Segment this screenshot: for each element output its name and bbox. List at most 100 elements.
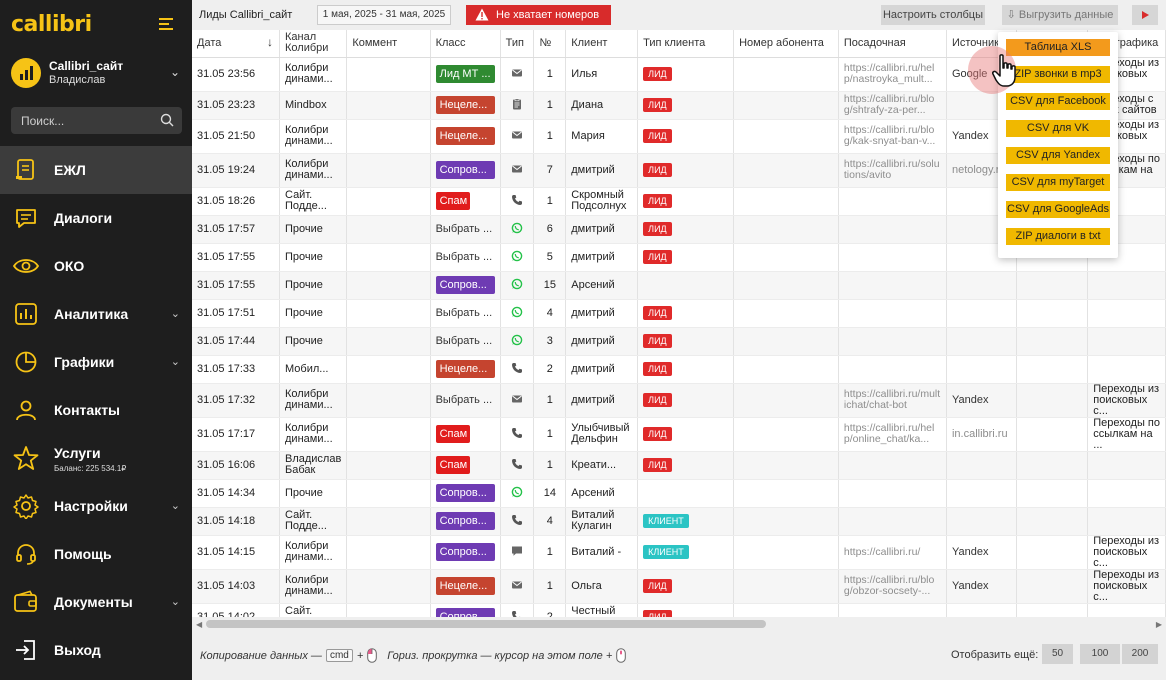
alert-banner[interactable]: Не хватает номеров bbox=[466, 5, 611, 25]
class-select[interactable]: Выбрать ... bbox=[436, 307, 493, 319]
cell-landing[interactable] bbox=[838, 299, 947, 328]
cell-client[interactable]: Виталий Кулагин bbox=[565, 507, 639, 536]
cell-client[interactable]: Илья bbox=[565, 57, 639, 92]
class-select[interactable]: Выбрать ... bbox=[436, 394, 493, 406]
column-header[interactable]: Дата ↓ bbox=[192, 30, 280, 58]
cell-landing[interactable]: https://callibri.ru/help/nastroyka_mult.… bbox=[838, 57, 947, 92]
cell-comment[interactable] bbox=[346, 299, 431, 328]
cell-landing[interactable] bbox=[838, 243, 947, 272]
cell-client[interactable]: Креати... bbox=[565, 451, 639, 480]
cell-client[interactable]: Ольга bbox=[565, 569, 639, 604]
cell-landing[interactable]: https://callibri.ru/blog/shtrafy-za-per.… bbox=[838, 91, 947, 120]
class-badge[interactable]: Сопров... bbox=[435, 161, 495, 179]
column-header[interactable]: Канал Колибри bbox=[279, 30, 348, 58]
export-button[interactable]: ⇩ Выгрузить данные bbox=[1002, 5, 1118, 25]
scrollbar-thumb[interactable] bbox=[206, 620, 766, 628]
column-header[interactable]: Посадочная bbox=[838, 30, 947, 58]
column-header[interactable]: Класс bbox=[430, 30, 501, 58]
sidebar-item-10[interactable]: Выход bbox=[0, 626, 192, 674]
cell-client[interactable]: дмитрий bbox=[565, 355, 639, 384]
cell-landing[interactable]: https://callibri.ru/ bbox=[838, 535, 947, 570]
class-badge[interactable]: Лид МТ ... bbox=[435, 65, 495, 83]
sidebar-item-3[interactable]: Аналитика ⌄ bbox=[0, 290, 192, 338]
class-badge[interactable]: Спам bbox=[435, 192, 470, 210]
cell-comment[interactable] bbox=[346, 119, 431, 154]
table-row[interactable]: 31.05 14:15 Колибри динами... Сопров... 1 Ви… bbox=[192, 535, 1166, 570]
cell-comment[interactable] bbox=[346, 479, 431, 508]
menu-toggle-icon[interactable] bbox=[159, 18, 173, 30]
export-csv-yandex[interactable]: CSV для Yandex bbox=[1006, 147, 1110, 164]
cell-comment[interactable] bbox=[346, 569, 431, 604]
cell-client[interactable]: Арсений bbox=[565, 271, 639, 300]
horizontal-scrollbar[interactable]: ◀ ▶ bbox=[192, 617, 1166, 631]
table-row[interactable]: 31.05 14:02Сайт. Подде... Сопров... 2Честн… bbox=[192, 603, 1166, 617]
cell-landing[interactable] bbox=[838, 271, 947, 300]
cell-client[interactable]: Скромный Подсолнух bbox=[565, 187, 639, 216]
search-icon[interactable] bbox=[160, 113, 174, 127]
sidebar-item-2[interactable]: ОКО bbox=[0, 242, 192, 290]
scroll-left-icon[interactable]: ◀ bbox=[196, 620, 202, 629]
search-input[interactable] bbox=[21, 113, 151, 128]
cell-client[interactable]: Честный Подсолнух bbox=[565, 603, 639, 617]
page-size-100[interactable]: 100 bbox=[1080, 644, 1120, 664]
cell-comment[interactable] bbox=[346, 417, 431, 452]
export-csv-googleads[interactable]: CSV для GoogleAds bbox=[1006, 201, 1110, 218]
cell-landing[interactable]: https://callibri.ru/solutions/avito bbox=[838, 153, 947, 188]
cell-landing[interactable] bbox=[838, 355, 947, 384]
cell-comment[interactable] bbox=[346, 243, 431, 272]
export-csv-facebook[interactable]: CSV для Facebook bbox=[1006, 93, 1110, 110]
cell-landing[interactable] bbox=[838, 507, 947, 536]
cell-client[interactable]: Улыбчивый Дельфин bbox=[565, 417, 639, 452]
column-header[interactable]: Номер абонента bbox=[733, 30, 839, 58]
cell-comment[interactable] bbox=[346, 57, 431, 92]
cell-comment[interactable] bbox=[346, 153, 431, 188]
cell-landing[interactable] bbox=[838, 451, 947, 480]
export-zip-dialogs[interactable]: ZIP диалоги в txt bbox=[1006, 228, 1110, 245]
cell-comment[interactable] bbox=[346, 271, 431, 300]
cell-landing[interactable] bbox=[838, 327, 947, 356]
page-size-200[interactable]: 200 bbox=[1122, 644, 1158, 664]
cell-landing[interactable] bbox=[838, 603, 947, 617]
cell-comment[interactable] bbox=[346, 451, 431, 480]
table-row[interactable]: 31.05 14:34 Прочие Сопров... 14 Арсений bbox=[192, 479, 1166, 508]
cell-client[interactable]: дмитрий bbox=[565, 215, 639, 244]
cell-comment[interactable] bbox=[346, 603, 431, 617]
sidebar-item-8[interactable]: Помощь bbox=[0, 530, 192, 578]
table-row[interactable]: 31.05 14:03 Колибри динами... Нецеле... 1 Ол… bbox=[192, 569, 1166, 604]
cell-comment[interactable] bbox=[346, 91, 431, 120]
cell-client[interactable]: дмитрий bbox=[565, 153, 639, 188]
cell-client[interactable]: дмитрий bbox=[565, 383, 639, 418]
sidebar-item-4[interactable]: Графики ⌄ bbox=[0, 338, 192, 386]
class-badge[interactable]: Сопров... bbox=[435, 276, 495, 294]
cell-client[interactable]: дмитрий bbox=[565, 299, 639, 328]
cell-landing[interactable] bbox=[838, 187, 947, 216]
cell-landing[interactable]: https://callibri.ru/multichat/chat-bot bbox=[838, 383, 947, 418]
cell-landing[interactable]: https://callibri.ru/blog/kak-snyat-ban-v… bbox=[838, 119, 947, 154]
video-help-button[interactable] bbox=[1132, 5, 1158, 25]
sort-desc-icon[interactable]: ↓ bbox=[267, 36, 273, 48]
cell-landing[interactable] bbox=[838, 479, 947, 508]
class-select[interactable]: Выбрать ... bbox=[436, 223, 493, 235]
column-header[interactable]: Коммент bbox=[346, 30, 431, 58]
class-badge[interactable]: Сопров... bbox=[435, 484, 495, 502]
export-csv-mytarget[interactable]: CSV для myTarget bbox=[1006, 174, 1110, 191]
cell-landing[interactable] bbox=[838, 215, 947, 244]
table-row[interactable]: 31.05 17:51 Прочие Выбрать ... 4 дмитрий ЛИД bbox=[192, 299, 1166, 328]
sidebar-item-9[interactable]: Документы ⌄ bbox=[0, 578, 192, 626]
class-badge[interactable]: Сопров... bbox=[435, 543, 495, 561]
class-badge[interactable]: Спам bbox=[435, 456, 470, 474]
table-row[interactable]: 31.05 17:44 Прочие Выбрать ... 3 дмитрий ЛИД bbox=[192, 327, 1166, 356]
table-row[interactable]: 31.05 14:18 Сайт. Подде... Сопров... 4 Витал… bbox=[192, 507, 1166, 536]
scroll-right-icon[interactable]: ▶ bbox=[1156, 620, 1162, 629]
table-row[interactable]: 31.05 17:17 Колибри динами... Спам 1 Улыбчив… bbox=[192, 417, 1166, 452]
sidebar-item-0[interactable]: ЕЖЛ bbox=[0, 146, 192, 194]
class-badge[interactable]: Нецеле... bbox=[435, 96, 495, 114]
date-range-picker[interactable]: 1 мая, 2025 - 31 мая, 2025 bbox=[317, 5, 451, 25]
cell-client[interactable]: дмитрий bbox=[565, 327, 639, 356]
class-badge[interactable]: Сопров... bbox=[435, 608, 495, 617]
cell-comment[interactable] bbox=[346, 187, 431, 216]
cell-comment[interactable] bbox=[346, 383, 431, 418]
sidebar-item-7[interactable]: Настройки ⌄ bbox=[0, 482, 192, 530]
cell-comment[interactable] bbox=[346, 355, 431, 384]
export-xls[interactable]: Таблица XLS bbox=[1006, 39, 1110, 56]
